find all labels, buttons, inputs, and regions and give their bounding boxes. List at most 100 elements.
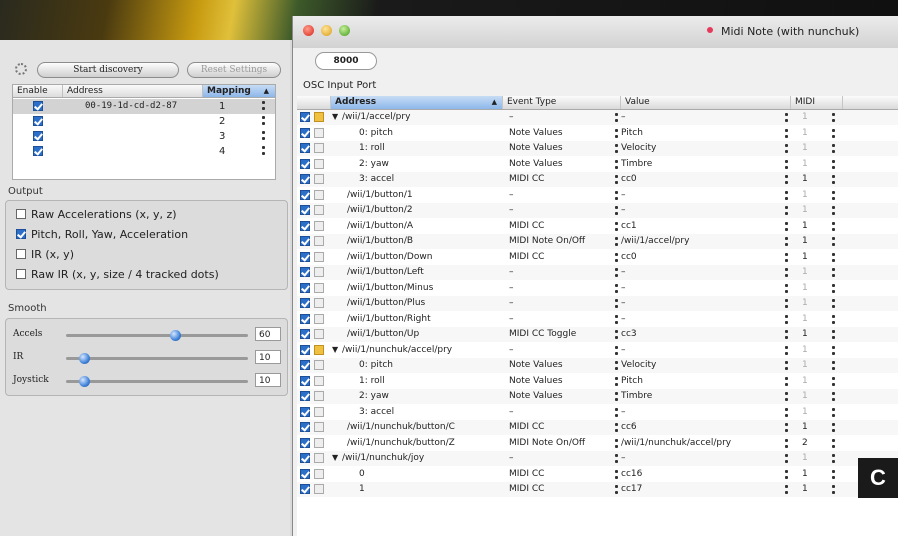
midi-channel[interactable]: 1: [802, 298, 808, 308]
column-header-midi[interactable]: MIDI: [791, 96, 843, 109]
group-toggle[interactable]: [314, 174, 324, 184]
value-stepper[interactable]: [785, 298, 790, 309]
mapping-value[interactable]: Pitch: [621, 128, 643, 138]
midi-channel[interactable]: 1: [802, 128, 808, 138]
group-toggle[interactable]: [314, 406, 324, 417]
mode-selector[interactable]: Midi Note (with nunchuk): [721, 25, 859, 38]
event-type-stepper[interactable]: [615, 112, 620, 123]
value-stepper[interactable]: [785, 236, 790, 247]
group-toggle[interactable]: [314, 158, 324, 169]
value-stepper[interactable]: [785, 329, 790, 340]
midi-stepper[interactable]: [832, 283, 837, 294]
enable-checkbox[interactable]: [300, 267, 310, 277]
event-type-stepper[interactable]: [615, 360, 620, 371]
value-stepper[interactable]: [785, 422, 790, 433]
disclosure-triangle-icon[interactable]: ▼: [332, 345, 338, 354]
event-type[interactable]: MIDI CC: [509, 252, 544, 262]
event-type-stepper[interactable]: [615, 283, 620, 294]
group-toggle[interactable]: [314, 468, 324, 479]
table-row[interactable]: /wii/1/button/Down MIDI CC cc0 1: [297, 250, 898, 265]
event-type-stepper[interactable]: [615, 469, 620, 480]
column-header-enable[interactable]: Enable: [13, 85, 63, 97]
event-type-stepper[interactable]: [615, 422, 620, 433]
mapping-value[interactable]: cc1: [621, 221, 637, 231]
enable-checkbox[interactable]: [33, 131, 43, 141]
midi-channel[interactable]: 1: [802, 267, 808, 277]
event-type[interactable]: –: [509, 407, 514, 417]
output-option-checkbox[interactable]: [16, 269, 26, 279]
midi-stepper[interactable]: [832, 453, 837, 464]
mapping-value[interactable]: /wii/1/accel/pry: [621, 236, 689, 246]
group-toggle[interactable]: [314, 251, 324, 262]
enable-checkbox[interactable]: [300, 391, 310, 401]
event-type-stepper[interactable]: [615, 329, 620, 340]
start-discovery-button[interactable]: Start discovery: [37, 62, 179, 78]
midi-channel[interactable]: 1: [802, 329, 808, 339]
table-row[interactable]: 0: pitch Note Values Pitch 1: [297, 126, 898, 141]
enable-checkbox[interactable]: [300, 437, 310, 448]
zoom-window-button[interactable]: [339, 25, 350, 36]
table-row[interactable]: /wii/1/button/2 – – 1: [297, 203, 898, 218]
midi-channel[interactable]: 1: [802, 360, 808, 370]
mapping-value[interactable]: Timbre: [621, 391, 652, 401]
midi-channel[interactable]: 1: [802, 143, 808, 153]
enable-checkbox[interactable]: [300, 344, 310, 355]
table-row[interactable]: 00-19-1d-cd-d2-87 1: [13, 99, 275, 114]
mapping-value[interactable]: cc0: [621, 252, 637, 262]
event-type-stepper[interactable]: [615, 143, 620, 154]
mapping-value[interactable]: –: [621, 407, 626, 417]
midi-channel[interactable]: 1: [802, 469, 808, 479]
output-option-checkbox[interactable]: [16, 209, 26, 219]
event-type[interactable]: Note Values: [509, 376, 563, 386]
midi-channel[interactable]: 1: [802, 407, 808, 417]
event-type-stepper[interactable]: [615, 391, 620, 402]
value-stepper[interactable]: [785, 205, 790, 216]
midi-channel[interactable]: 1: [802, 174, 808, 184]
table-row[interactable]: ▼ /wii/1/nunchuk/joy – – 1: [297, 451, 898, 466]
table-row[interactable]: /wii/1/button/Minus – – 1: [297, 281, 898, 296]
midi-stepper[interactable]: [832, 329, 837, 340]
event-type-stepper[interactable]: [615, 205, 620, 216]
group-toggle[interactable]: [314, 437, 324, 448]
midi-channel[interactable]: 1: [802, 453, 808, 463]
table-row[interactable]: 3: accel MIDI CC cc0 1: [297, 172, 898, 187]
mapping-value[interactable]: cc0: [621, 174, 637, 184]
group-toggle[interactable]: [314, 453, 324, 463]
enable-checkbox[interactable]: [300, 112, 310, 122]
table-row[interactable]: ▼ /wii/1/nunchuk/accel/pry – – 1: [297, 343, 898, 358]
enable-checkbox[interactable]: [300, 484, 310, 494]
event-type-stepper[interactable]: [615, 221, 620, 232]
mapping-value[interactable]: /wii/1/nunchuk/accel/pry: [621, 438, 731, 448]
mapping-value[interactable]: Pitch: [621, 376, 643, 386]
event-type[interactable]: MIDI CC: [509, 469, 544, 479]
event-type[interactable]: Note Values: [509, 159, 563, 169]
value-stepper[interactable]: [785, 283, 790, 294]
mapping-value[interactable]: –: [621, 298, 626, 308]
midi-stepper[interactable]: [832, 190, 837, 201]
table-row[interactable]: 3: accel – – 1: [297, 405, 898, 420]
midi-stepper[interactable]: [832, 159, 837, 170]
group-toggle[interactable]: [314, 298, 324, 308]
group-toggle[interactable]: [314, 112, 324, 122]
midi-stepper[interactable]: [832, 174, 837, 185]
mapping-value[interactable]: cc3: [621, 329, 637, 339]
table-row[interactable]: /wii/1/button/A MIDI CC cc1 1: [297, 219, 898, 234]
group-toggle[interactable]: [314, 391, 324, 401]
column-header-value[interactable]: Value: [621, 96, 791, 109]
table-row[interactable]: 3: [13, 129, 275, 144]
value-stepper[interactable]: [785, 190, 790, 201]
event-type[interactable]: –: [509, 345, 514, 355]
group-toggle[interactable]: [314, 267, 324, 277]
enable-checkbox[interactable]: [300, 127, 310, 138]
mapping-value[interactable]: cc16: [621, 469, 642, 479]
enable-checkbox[interactable]: [300, 468, 310, 479]
midi-stepper[interactable]: [832, 252, 837, 263]
group-toggle[interactable]: [314, 344, 324, 355]
event-type-stepper[interactable]: [615, 252, 620, 263]
mapping-stepper[interactable]: [261, 115, 267, 127]
event-type-stepper[interactable]: [615, 128, 620, 139]
table-row[interactable]: 0: pitch Note Values Velocity 1: [297, 358, 898, 373]
midi-stepper[interactable]: [832, 314, 837, 325]
value-stepper[interactable]: [785, 345, 790, 356]
enable-checkbox[interactable]: [300, 453, 310, 463]
